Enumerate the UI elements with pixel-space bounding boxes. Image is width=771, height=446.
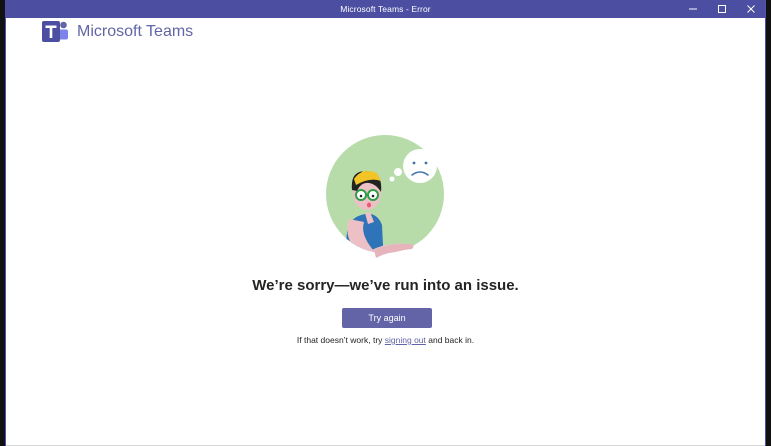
desktop-background: Microsoft Teams - Error Microsoft Teams … (0, 0, 771, 446)
helper-suffix-text: and back in. (425, 335, 475, 345)
error-headline: We’re sorry—we’ve run into an issue. (252, 277, 519, 294)
close-button[interactable] (736, 0, 765, 18)
brand-name: Microsoft Teams (77, 23, 194, 40)
close-icon (746, 5, 755, 13)
teams-logo-icon (42, 21, 68, 42)
brand-header: Microsoft Teams (40, 18, 193, 46)
minimize-button[interactable] (678, 0, 707, 18)
teams-error-window: Microsoft Teams - Error Microsoft Teams … (5, 0, 766, 446)
title-bar[interactable]: Microsoft Teams - Error (6, 0, 765, 18)
sad-person-illustration (326, 135, 444, 258)
maximize-button[interactable] (707, 0, 736, 18)
try-again-button[interactable]: Try again (342, 308, 432, 328)
window-title: Microsoft Teams - Error (340, 4, 431, 14)
window-controls (678, 0, 765, 18)
minimize-icon (688, 8, 697, 10)
helper-text: If that doesn’t work, try signing out an… (6, 334, 765, 346)
sign-out-link[interactable]: signing out (385, 335, 426, 345)
maximize-icon (717, 5, 726, 13)
background-window-edge-right (766, 0, 771, 446)
helper-prefix-text: If that doesn’t work, try (296, 335, 385, 345)
